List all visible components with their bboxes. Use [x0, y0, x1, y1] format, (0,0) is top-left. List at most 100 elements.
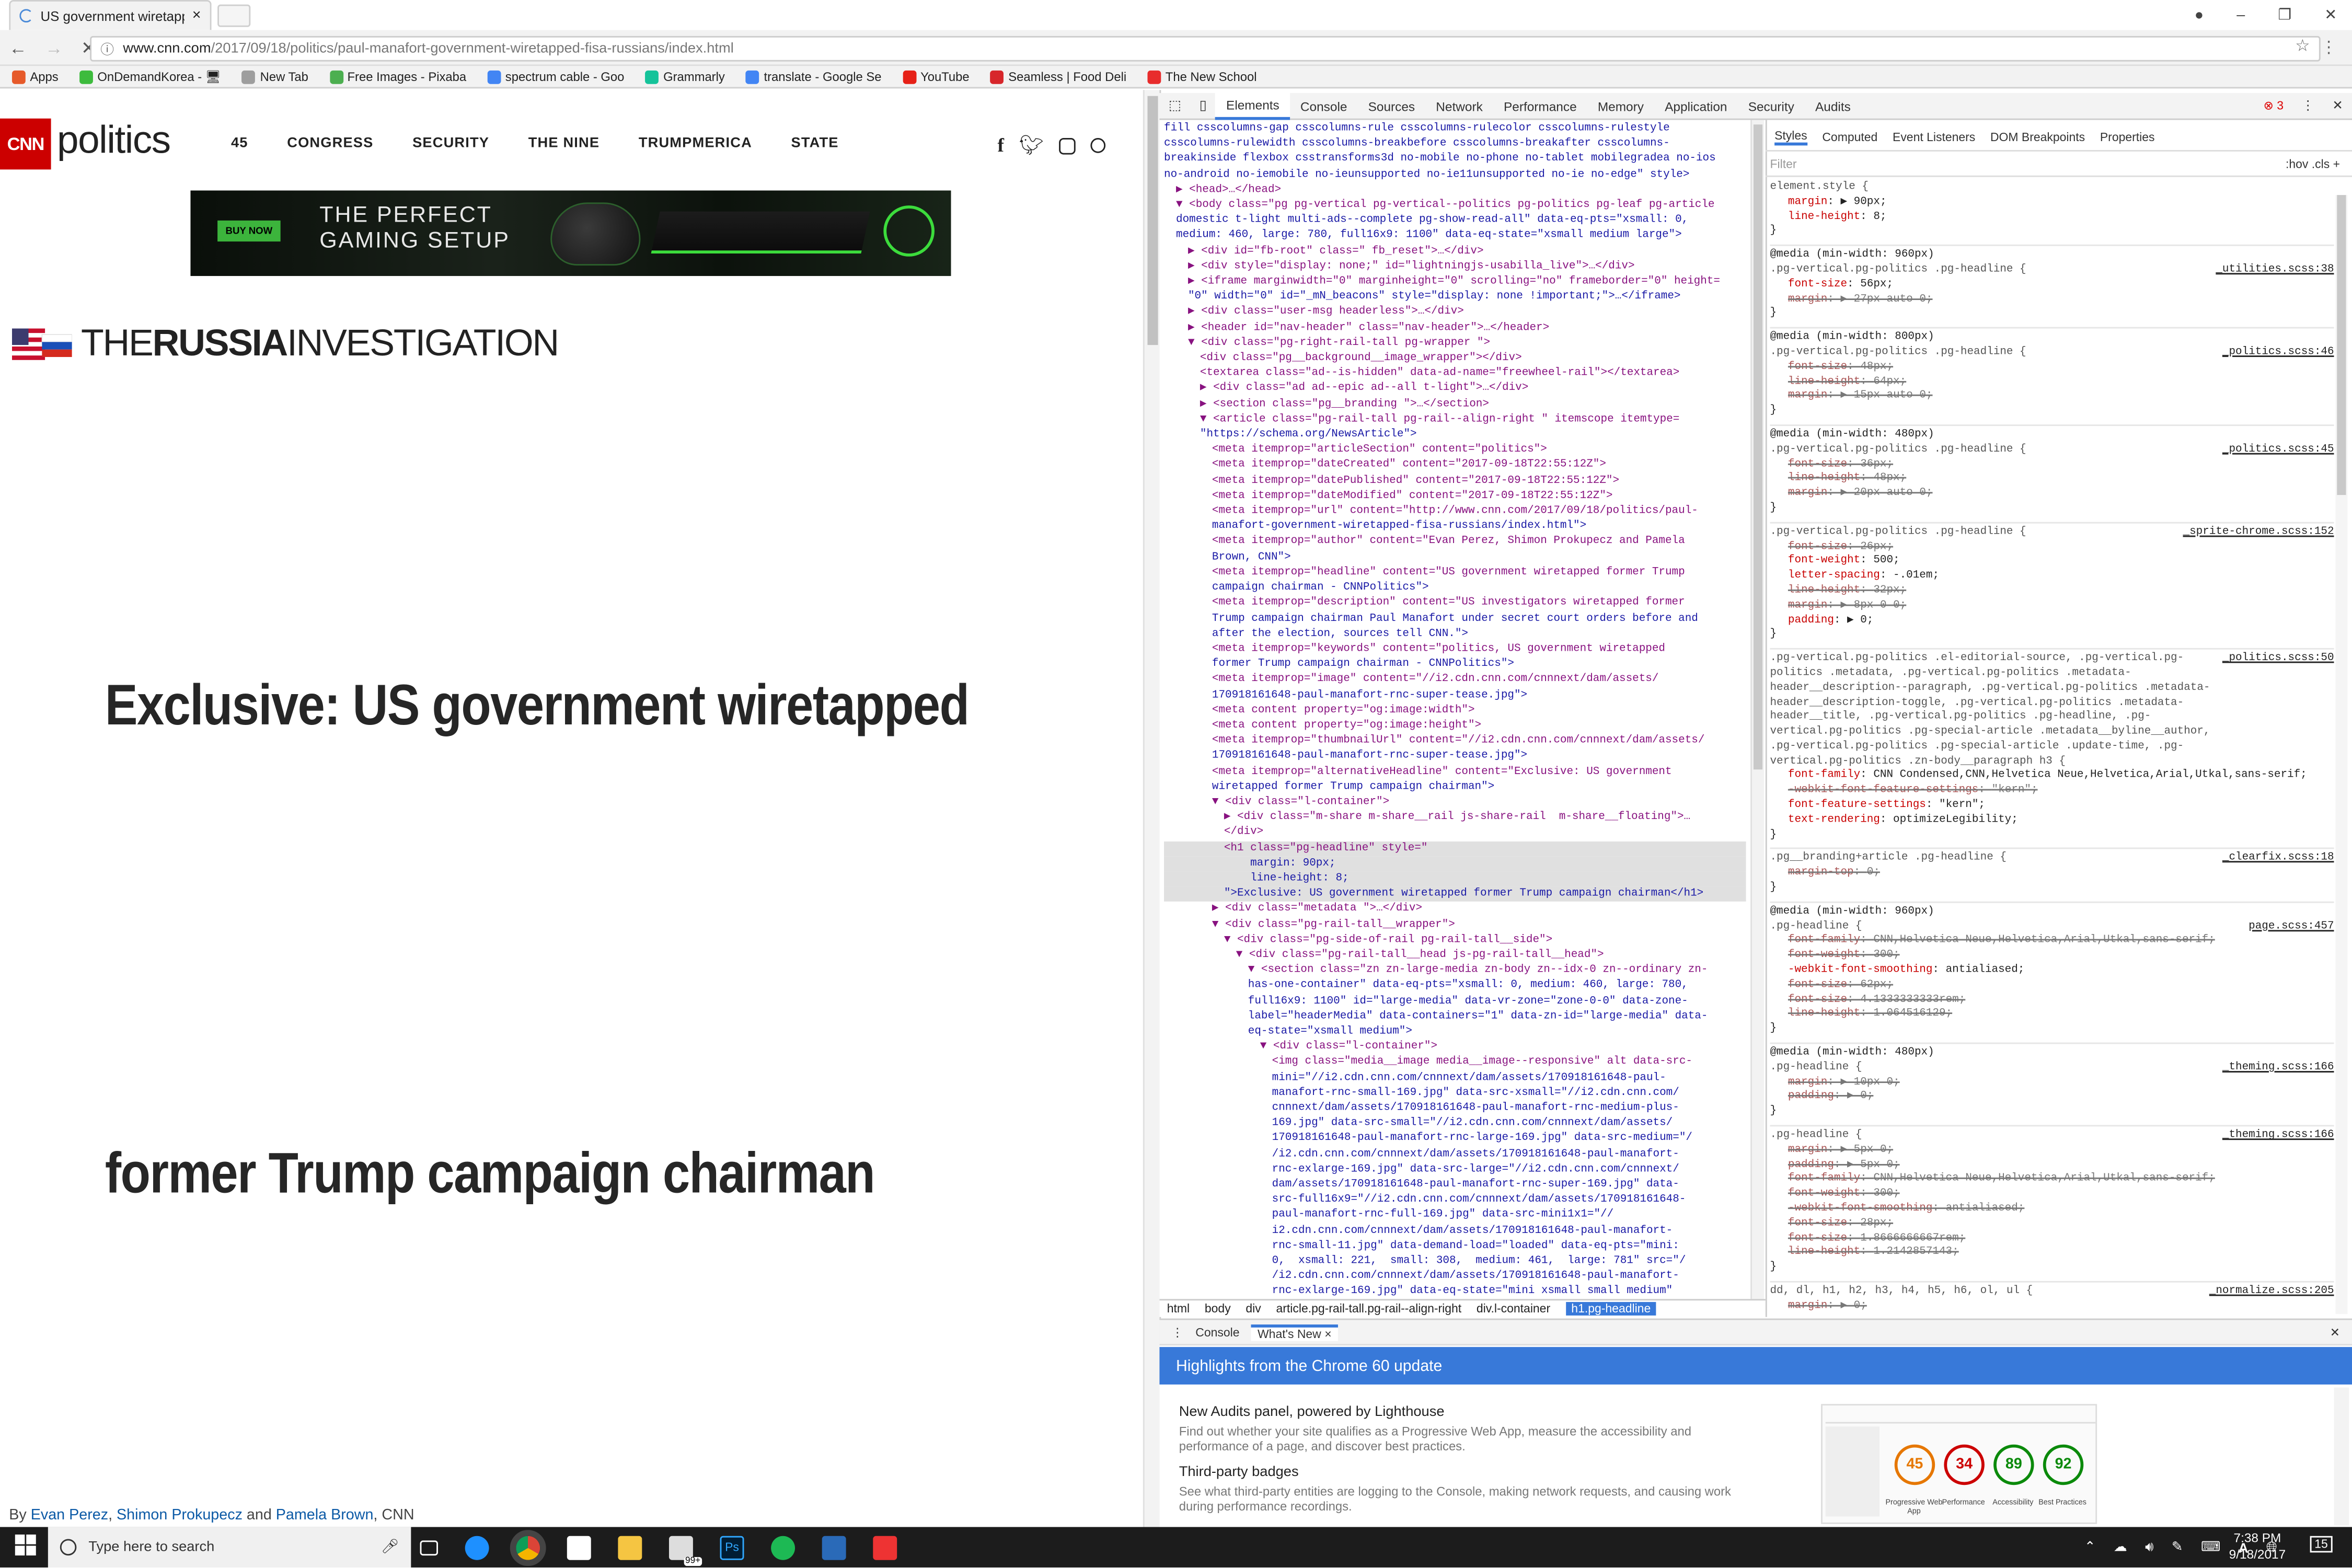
css-property[interactable]: -webkit-font-smoothing: antialiased;	[1770, 1203, 2334, 1218]
microphone-icon[interactable]: 🎤︎	[381, 1539, 411, 1556]
dom-node-line[interactable]: ▼ <body class="pg pg-vertical pg-vertica…	[1164, 198, 1746, 213]
devtools-tab[interactable]: Elements	[1215, 92, 1290, 120]
dom-node-line[interactable]: 169.jpg" data-src-small="//i2.cdn.cnn.co…	[1164, 1116, 1746, 1132]
devtools-tab[interactable]: Security	[1738, 92, 1805, 119]
css-property[interactable]: font-family: CNN,Helvetica Neue,Helvetic…	[1770, 935, 2334, 950]
dom-node-line[interactable]: ▶ <div id="fb-root" class=" fb_reset">…<…	[1164, 244, 1746, 259]
css-property[interactable]: text-rendering: optimizeLegibility;	[1770, 814, 2334, 829]
search-icon[interactable]	[1090, 138, 1105, 153]
css-property[interactable]: font-family: CNN,Helvetica Neue,Helvetic…	[1770, 1173, 2334, 1188]
dom-node-line[interactable]: mini="//i2.cdn.cnn.com/cnnnext/dam/asset…	[1164, 1070, 1746, 1086]
style-rules[interactable]: element.style {margin: ▶ 90px; line-heigh…	[1770, 179, 2334, 1315]
dom-node-line[interactable]: "https://schema.org/NewsArticle">	[1164, 428, 1746, 443]
dom-node-line[interactable]: /i2.cdn.cnn.com/cnnnext/dam/assets/17091…	[1164, 1270, 1746, 1285]
onedrive-icon[interactable]: ☁	[2114, 1539, 2127, 1556]
dom-node-line[interactable]: Trump campaign chairman Paul Manafort un…	[1164, 611, 1746, 626]
dom-node-line[interactable]: <meta itemprop="alternativeHeadline" con…	[1164, 764, 1746, 779]
css-rule[interactable]: .pg__branding+article .pg-headline {_cle…	[1770, 850, 2334, 903]
breadcrumb-item[interactable]: div.l-container	[1477, 1302, 1550, 1316]
css-property[interactable]: padding: ▶ 5px 0;	[1770, 1159, 2334, 1173]
page-scrollbar[interactable]	[1143, 90, 1160, 1527]
css-property[interactable]: -webkit-font-smoothing: antialiased;	[1770, 964, 2334, 979]
taskbar-search[interactable]: Type here to search 🎤︎	[48, 1527, 411, 1568]
dom-node-line[interactable]: has-one-container" data-eq-pts="xsmall: …	[1164, 978, 1746, 994]
app-icon[interactable]	[771, 1535, 795, 1560]
dom-node-line[interactable]: ▶ <section class="pg__branding ">…</sect…	[1164, 397, 1746, 412]
photoshop-icon[interactable]: Ps	[720, 1535, 744, 1560]
dom-node-line[interactable]: <textarea class="ad--is-hidden" data-ad-…	[1164, 366, 1746, 382]
dom-node-line[interactable]: ▼ <article class="pg-rail-tall pg-rail--…	[1164, 412, 1746, 428]
nav-item[interactable]: THE NINE	[528, 135, 599, 152]
devtools-menu-icon[interactable]: ⋮	[2292, 98, 2323, 114]
css-property[interactable]: letter-spacing: -.01em;	[1770, 570, 2334, 585]
facebook-icon[interactable]: f	[997, 133, 1004, 157]
css-property[interactable]: line-height: 32px;	[1770, 585, 2334, 599]
css-property[interactable]: margin: ▶ 27px auto 0;	[1770, 293, 2334, 308]
css-rule[interactable]: @media (min-width: 960px) .pg-vertical.pg…	[1770, 246, 2334, 329]
dom-node-line[interactable]: label="headerMedia" data-containers="1" …	[1164, 1009, 1746, 1024]
css-source-link[interactable]: page.scss:457	[2240, 920, 2334, 935]
dom-node-line[interactable]: src-full16x9="//i2.cdn.cnn.com/cnnnext/d…	[1164, 1193, 1746, 1208]
bookmark-item[interactable]: Apps	[11, 69, 59, 84]
css-rule[interactable]: dd, dl, h1, h2, h3, h4, h5, h6, ol, ul {…	[1770, 1283, 2334, 1314]
cnn-logo[interactable]: CNN	[0, 118, 51, 170]
styles-subtab[interactable]: Event Listeners	[1893, 130, 1975, 143]
css-property[interactable]: font-size: 56px;	[1770, 279, 2334, 293]
close-tab-icon[interactable]: ×	[192, 7, 201, 24]
css-property[interactable]: margin: ▶ 5px 0;	[1770, 1144, 2334, 1159]
nav-item[interactable]: STATE	[791, 135, 839, 152]
dom-node-line[interactable]: <meta itemprop="dateCreated" content="20…	[1164, 458, 1746, 474]
css-property[interactable]: font-weight: 300;	[1770, 950, 2334, 964]
edge-icon[interactable]	[465, 1535, 489, 1560]
error-badge[interactable]: ⊗ 3	[2254, 99, 2292, 112]
dom-node-line[interactable]: ▼ <div class="pg-right-rail-tall pg-wrap…	[1164, 336, 1746, 351]
instagram-icon[interactable]	[1058, 137, 1076, 154]
dom-node-line[interactable]: eq-state="xsmall medium">	[1164, 1024, 1746, 1040]
css-rule[interactable]: .pg-headline {_theming.scss:166 margin: ▶…	[1770, 1126, 2334, 1283]
bookmark-item[interactable]: translate - Google Se	[746, 69, 881, 84]
dom-node-line[interactable]: rnc-exlarge-169.jpg" data-eq-state="mini…	[1164, 1285, 1746, 1300]
dom-node-line[interactable]: <div class="pg__background__image_wrappe…	[1164, 351, 1746, 366]
scrollbar-thumb[interactable]	[1147, 96, 1158, 345]
css-property[interactable]: font-size: 48px;	[1770, 361, 2334, 376]
nav-item[interactable]: TRUMPMERICA	[639, 135, 752, 152]
close-devtools-icon[interactable]: ✕	[2323, 98, 2352, 114]
elements-tree[interactable]: fill csscolumns-gap csscolumns-rule cssc…	[1159, 120, 1751, 1301]
css-property[interactable]: margin: ▶ 0;	[1770, 1300, 2334, 1314]
dom-node-line[interactable]: <meta itemprop="description" content="US…	[1164, 596, 1746, 611]
drawer-scrollbar[interactable]	[2334, 1387, 2349, 1526]
dom-node-line[interactable]: csscolumns-rulewidth csscolumns-breakbef…	[1164, 137, 1746, 152]
breadcrumb-item[interactable]: article.pg-rail-tall.pg-rail--align-righ…	[1276, 1302, 1461, 1316]
css-property[interactable]: font-weight: 300;	[1770, 1189, 2334, 1203]
css-property[interactable]: font-weight: 500;	[1770, 556, 2334, 570]
dom-node-line[interactable]: ">Exclusive: US government wiretapped fo…	[1164, 886, 1746, 902]
dom-node-line[interactable]: ▼ <div class="pg-rail-tall__head js-pg-r…	[1164, 948, 1746, 963]
url-input[interactable]: ⓘ www.cnn.com/2017/09/18/politics/paul-m…	[90, 36, 2321, 62]
author-link[interactable]: Evan Perez	[31, 1507, 108, 1524]
css-rule[interactable]: @media (min-width: 800px) .pg-vertical.pg…	[1770, 329, 2334, 426]
section-title[interactable]: politics	[57, 117, 171, 164]
css-property[interactable]: line-height: 1.064516129;	[1770, 1009, 2334, 1023]
pinned-app-icon[interactable]	[873, 1535, 897, 1560]
inspect-icon[interactable]: ⬚	[1159, 98, 1190, 114]
author-link[interactable]: Shimon Prokupecz	[117, 1507, 243, 1524]
restore-icon[interactable]: ❐	[2278, 7, 2291, 24]
windows-start-icon[interactable]	[15, 1534, 36, 1556]
styles-scrollbar[interactable]	[2335, 195, 2348, 1315]
filter-tools[interactable]: :hov .cls +	[2286, 157, 2340, 170]
breadcrumb-item[interactable]: html	[1167, 1302, 1190, 1316]
css-property[interactable]: padding: ▶ 0;	[1770, 614, 2334, 629]
css-property[interactable]: font-size: 36px;	[1770, 458, 2334, 473]
devtools-tab[interactable]: Sources	[1358, 92, 1426, 119]
clock[interactable]: 7:38 PM 9/18/2017	[2229, 1530, 2286, 1563]
dom-node-line[interactable]: medium: 460, large: 780, full16x9: 1100"…	[1164, 228, 1746, 244]
dom-node-line[interactable]: </div>	[1164, 825, 1746, 840]
dom-node-line[interactable]: <img class="media__image media__image--r…	[1164, 1055, 1746, 1070]
styles-filter[interactable]: Filter :hov .cls +	[1765, 149, 2352, 177]
nav-item[interactable]: CONGRESS	[287, 135, 373, 152]
css-rule[interactable]: .pg-vertical.pg-politics .el-editorial-s…	[1770, 650, 2334, 850]
dom-node-line[interactable]: <meta itemprop="url" content="http://www…	[1164, 504, 1746, 520]
file-explorer-icon[interactable]	[618, 1535, 642, 1560]
css-property[interactable]: -webkit-font-feature-settings: "kern";	[1770, 785, 2334, 800]
css-property[interactable]: font-family: CNN Condensed,CNN,Helvetica…	[1770, 770, 2334, 785]
